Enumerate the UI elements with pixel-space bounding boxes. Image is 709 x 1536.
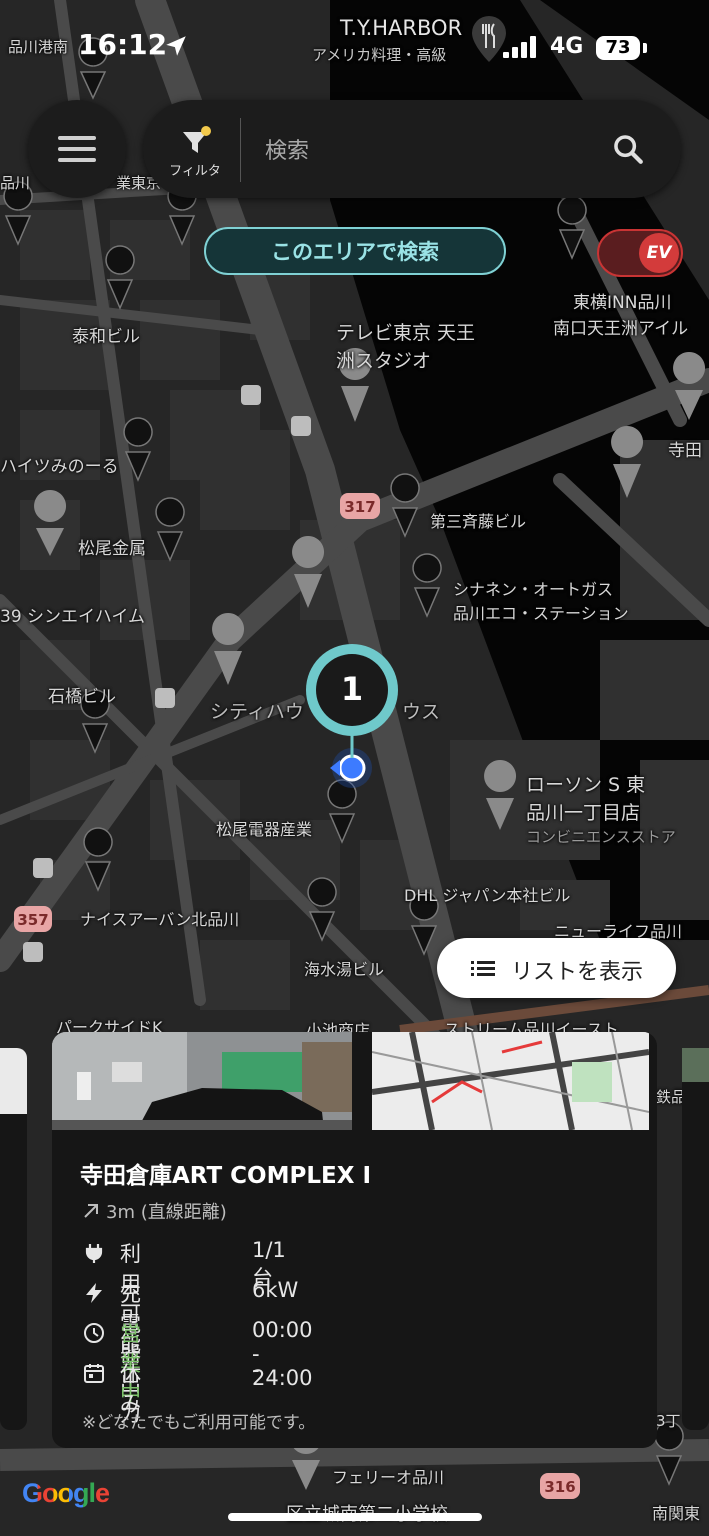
map-label-taiwa[interactable]: 泰和ビル [72,322,140,347]
signal-icon [503,36,539,58]
hours-value: 00:00 - 24:00 [252,1318,313,1390]
show-list-button[interactable]: リストを表示 [437,938,676,998]
map-label-ishibashi[interactable]: 石橋ビル [48,682,116,707]
svg-text:316: 316 [544,1478,575,1496]
map-label-saito[interactable]: 第三斉藤ビル [430,508,526,532]
filter-icon [183,126,211,153]
station-card[interactable]: 寺田倉庫ART COMPLEX Ⅰ 3m (直線距離) 利用可能 1/1台 充電… [52,1032,657,1448]
bolt-icon [86,1283,102,1303]
station-location-map[interactable] [372,1032,649,1130]
map-label-shinagawa-left[interactable]: 品川 [0,172,30,193]
map-label-kaisuiyu[interactable]: 海水湯ビル [304,956,384,980]
search-bar: フィルタ [143,100,681,198]
svg-text:357: 357 [17,911,48,929]
station-distance-text: 3m (直線距離) [106,1202,227,1223]
filter-button[interactable]: フィルタ [165,122,225,182]
previous-station-card[interactable] [0,1048,27,1430]
network-type: 4G [550,34,584,59]
google-logo: Google [22,1478,110,1509]
hamburger-icon [58,136,96,140]
route-badge-316: 316 [540,1473,580,1499]
next-station-card[interactable] [682,1048,709,1430]
map-label-heights[interactable]: ハイツみのーる [0,452,119,477]
map-label-matsuo-denki[interactable]: 松尾電器産業 [216,816,312,840]
hamburger-icon-line [58,158,96,162]
restaurant-icon [472,16,506,62]
map-label-nice-urban[interactable]: ナイスアーバン北品川 [80,906,239,930]
filter-label: フィルタ [169,164,221,179]
menu-button[interactable] [28,100,126,198]
show-list-label: リストを表示 [511,960,644,985]
map-label-3cho[interactable]: 3丁 [656,1410,681,1431]
map-label-matsuo-kinzoku[interactable]: 松尾金属 [78,534,146,559]
plug-icon [85,1244,103,1263]
list-icon [471,961,495,976]
svg-text:317: 317 [344,498,375,516]
search-icon[interactable] [611,132,645,166]
map-label-cityhouse-1[interactable]: シティハウ [210,697,304,724]
cluster-count: 1 [340,670,364,708]
map-label-minamikanto[interactable]: 南関東 [652,1500,700,1524]
map-label-tvtokyo-2[interactable]: 洲スタジオ [336,346,431,373]
map-label-sinanen-2[interactable]: 品川エコ・ステーション [453,600,629,624]
map-label-shinei[interactable]: 39 シンエイハイム [0,602,145,627]
map-label-sinanen-1[interactable]: シナネン・オートガス [453,576,613,600]
output-value: 6kW [252,1278,299,1302]
map-label-ferio[interactable]: フェリーオ品川 [332,1464,444,1488]
search-input[interactable] [263,130,587,172]
status-bar: 16:12 4G 73 [0,0,709,96]
calendar-icon [84,1364,104,1383]
station-photo[interactable] [52,1032,352,1130]
map-label-toyoko-2[interactable]: 南口天王洲アイル [553,314,688,339]
map-label-lawson-3: コンビニエンスストア [526,828,676,846]
location-arrow-icon [166,36,186,56]
status-time: 16:12 [78,28,168,61]
ev-toggle[interactable]: EV [597,229,683,277]
hamburger-icon-line [58,147,96,151]
search-this-area-button[interactable]: このエリアで検索 [204,227,506,275]
home-indicator[interactable] [228,1513,482,1521]
map-label-lawson-2[interactable]: 品川一丁目店 [526,798,640,825]
map-label-lawson-1[interactable]: ローソン S 東 [526,770,645,797]
map-label-dhl[interactable]: DHL ジャパン本社ビル [404,882,570,906]
clock-icon [84,1323,104,1343]
station-title: 寺田倉庫ART COMPLEX Ⅰ [80,1163,372,1189]
map-label-terada[interactable]: 寺田 [668,436,702,461]
battery-icon [643,43,647,53]
battery-level: 73 [596,36,640,60]
closed-days-value: - [252,1358,260,1382]
google-logo-text: Google [22,1478,110,1508]
map-label-tvtokyo-1[interactable]: テレビ東京 天王 [336,318,475,345]
station-distance: 3m (直線距離) [82,1198,227,1224]
map-label-cityhouse-2[interactable]: ウス [402,697,440,724]
ev-toggle-knob: EV [639,233,679,273]
search-divider [240,118,241,182]
station-note: ※どなたでもご利用可能です。 [82,1413,316,1433]
arrow-up-right-icon [84,1204,98,1218]
route-badge-317: 317 [340,493,380,519]
route-badge-357: 357 [14,906,52,932]
map-label-toyoko-1[interactable]: 東横INN品川 [573,288,671,313]
